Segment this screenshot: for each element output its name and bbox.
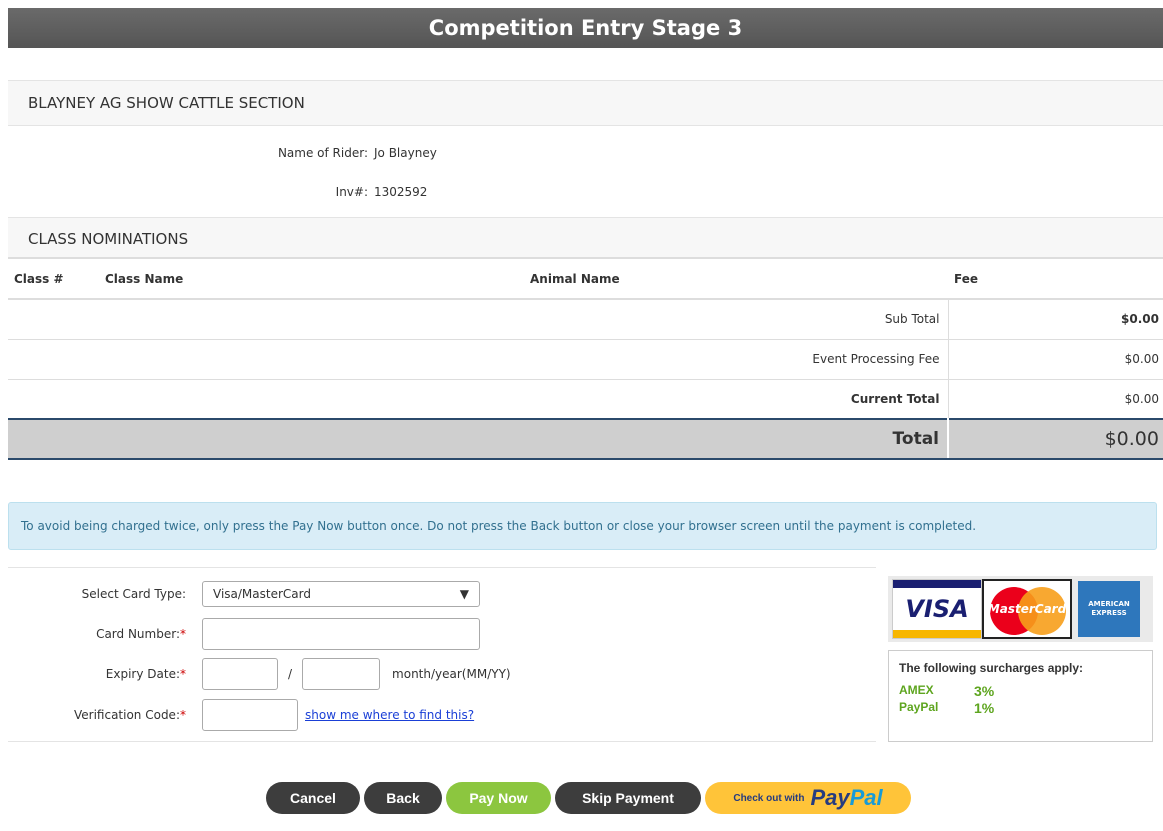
surcharge-title: The following surcharges apply: xyxy=(899,661,1084,675)
inv-label: Inv#: xyxy=(335,185,368,199)
paypal-logo: PayPal xyxy=(810,785,883,810)
invoice-row: Inv#: 1302592 xyxy=(8,185,508,199)
table-header-row: Class # Class Name Animal Name Fee xyxy=(8,259,1163,300)
subtotal-label: Sub Total xyxy=(8,299,949,340)
accepted-cards: VISA MasterCard AMERICAN EXPRESS xyxy=(888,576,1153,642)
card-type-select[interactable]: Visa/MasterCard ▼ xyxy=(202,581,480,607)
card-type-row: Select Card Type: Visa/MasterCard ▼ xyxy=(8,577,480,611)
current-total-label: Current Total xyxy=(8,379,949,420)
dropdown-arrow-icon: ▼ xyxy=(459,587,469,601)
back-button[interactable]: Back xyxy=(364,782,442,814)
visa-logo: VISA xyxy=(892,579,982,639)
expiry-hint: month/year(MM/YY) xyxy=(392,667,511,681)
processing-fee-row: Event Processing Fee $0.00 xyxy=(8,339,1163,380)
card-number-label: Card Number: xyxy=(96,627,180,641)
payment-form: Select Card Type: Visa/MasterCard ▼ Card… xyxy=(8,567,876,742)
rider-label: Name of Rider: xyxy=(277,146,368,160)
expiry-year-input[interactable] xyxy=(302,658,381,690)
card-type-label: Select Card Type: xyxy=(81,587,186,601)
cvv-label: Verification Code: xyxy=(73,708,180,722)
paypal-prefix: Check out with xyxy=(733,792,805,804)
total-row: Total $0.00 xyxy=(8,418,1163,460)
card-type-value: Visa/MasterCard xyxy=(213,587,311,601)
current-total-value: $0.00 xyxy=(948,379,1163,420)
required-mark: * xyxy=(180,708,186,722)
skip-payment-button[interactable]: Skip Payment xyxy=(555,782,701,814)
rider-value: Jo Blayney xyxy=(374,146,437,160)
cvv-input[interactable] xyxy=(202,699,298,731)
action-buttons: Cancel Back Pay Now Skip Payment Check o… xyxy=(266,782,911,814)
card-number-input[interactable] xyxy=(202,618,480,650)
subtotal-value: $0.00 xyxy=(948,299,1163,340)
surcharge-box: The following surcharges apply: AMEX 3% … xyxy=(888,650,1153,742)
required-mark: * xyxy=(180,627,186,641)
surcharge-row: AMEX 3% xyxy=(899,683,995,699)
col-class-name: Class Name xyxy=(99,259,524,300)
expiry-label: Expiry Date: xyxy=(105,667,180,681)
subtotal-row: Sub Total $0.00 xyxy=(8,299,1163,340)
inv-value: 1302592 xyxy=(374,185,428,199)
mastercard-logo: MasterCard xyxy=(982,579,1072,639)
processing-fee-value: $0.00 xyxy=(948,339,1163,380)
pay-now-button[interactable]: Pay Now xyxy=(446,782,551,814)
amex-logo: AMERICAN EXPRESS xyxy=(1078,581,1140,637)
col-animal-name: Animal Name xyxy=(524,259,948,300)
payment-warning-alert: To avoid being charged twice, only press… xyxy=(8,502,1157,550)
expiry-month-input[interactable] xyxy=(202,658,278,690)
cancel-button[interactable]: Cancel xyxy=(266,782,360,814)
processing-fee-label: Event Processing Fee xyxy=(8,339,949,380)
col-class-number: Class # xyxy=(8,259,99,300)
paypal-checkout-button[interactable]: Check out with PayPal xyxy=(705,782,911,814)
current-total-row: Current Total $0.00 xyxy=(8,379,1163,420)
surcharge-row: PayPal 1% xyxy=(899,700,995,716)
expiry-row: Expiry Date:* / month/year(MM/YY) xyxy=(8,657,511,691)
event-heading: BLAYNEY AG SHOW CATTLE SECTION xyxy=(8,80,1163,126)
nominations-heading: CLASS NOMINATIONS xyxy=(8,217,1163,259)
cvv-help-link[interactable]: show me where to find this? xyxy=(305,708,474,722)
expiry-separator: / xyxy=(288,667,293,681)
cvv-row: Verification Code:* show me where to fin… xyxy=(8,698,474,732)
card-number-row: Card Number:* xyxy=(8,617,480,651)
page-title: Competition Entry Stage 3 xyxy=(8,8,1163,48)
col-fee: Fee xyxy=(948,259,1163,300)
total-value: $0.00 xyxy=(948,418,1163,460)
required-mark: * xyxy=(180,667,186,681)
rider-row: Name of Rider: Jo Blayney xyxy=(8,146,508,160)
total-label: Total xyxy=(8,418,949,460)
nominations-table: Class # Class Name Animal Name Fee Sub T… xyxy=(8,259,1163,460)
